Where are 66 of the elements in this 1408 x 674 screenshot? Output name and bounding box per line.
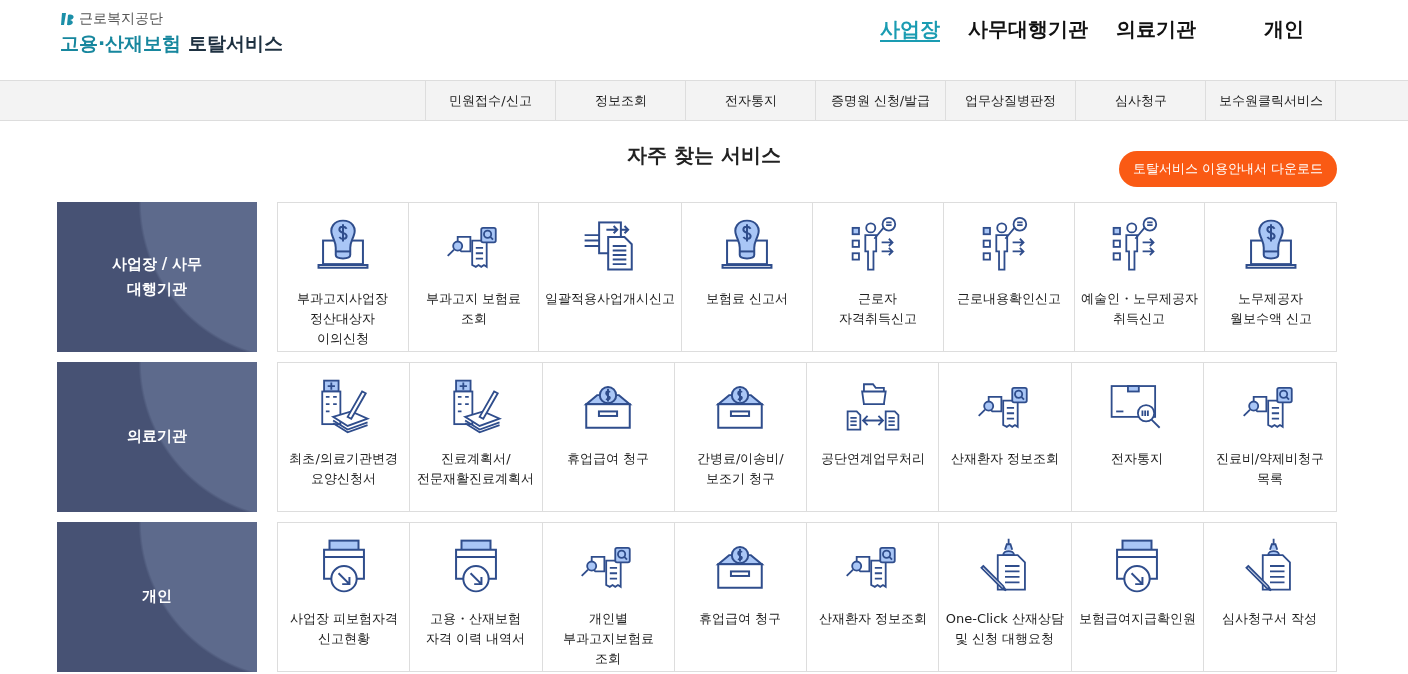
service-tile[interactable]: 근로내용확인신고 — [943, 203, 1075, 351]
service-tile[interactable]: 진료계획서/전문재활진료계획서 — [410, 363, 543, 511]
sub-menu-item[interactable]: 보수원클릭서비스 — [1206, 81, 1336, 120]
service-tile[interactable]: 산재환자 정보조회 — [807, 523, 940, 671]
service-label: One-Click 산재상담 및 신청 대행요청 — [945, 610, 1065, 648]
service-label: 공단연계업무처리 — [820, 450, 925, 468]
service-tile[interactable]: 산재환자 정보조회 — [939, 363, 1072, 511]
service-label: 예술인・노무제공자 취득신고 — [1080, 290, 1199, 328]
service-label: 최초/의료기관변경 요양신청서 — [288, 450, 399, 488]
category-panel: 개인 — [57, 522, 257, 672]
service-label: 휴업급여 청구 — [699, 610, 782, 628]
service-label: 일괄적용사업개시신고 — [545, 290, 676, 308]
service-tile[interactable]: 근로자 자격취득신고 — [813, 203, 944, 351]
service-tile[interactable]: 부과고지 보험료 조회 — [408, 203, 540, 351]
service-tile[interactable]: 공단연계업무처리 — [807, 363, 940, 511]
service-tile[interactable]: 고용・산재보험 자격 이력 내역서 — [410, 523, 543, 671]
service-label: 부과고지사업장 정산대상자 이의신청 — [296, 290, 390, 348]
sub-menu-item[interactable]: 전자통지 — [686, 81, 816, 120]
service-label: 개인별 부과고지보험료 조회 — [561, 610, 655, 668]
service-tile[interactable]: 예술인・노무제공자 취득신고 — [1074, 203, 1206, 351]
site-subtitle[interactable]: 토탈서비스 — [188, 31, 284, 57]
service-tile[interactable]: 최초/의료기관변경 요양신청서 — [278, 363, 411, 511]
service-tile[interactable]: 진료비/약제비청구 목록 — [1203, 363, 1336, 511]
site-title[interactable]: 고용·산재보험 — [60, 31, 182, 57]
service-label: 노무제공자 월보수액 신고 — [1228, 290, 1313, 328]
service-label: 산재환자 정보조회 — [818, 610, 927, 628]
service-label: 진료비/약제비청구 목록 — [1214, 450, 1326, 488]
main-nav-tab[interactable]: 사무대행기관 — [954, 16, 1102, 43]
service-label: 사업장 피보험자격 신고현황 — [288, 610, 399, 648]
service-tile[interactable]: 부과고지사업장 정산대상자 이의신청 — [278, 203, 409, 351]
logo-icon — [60, 11, 76, 27]
service-tile[interactable]: 심사청구서 작성 — [1203, 523, 1336, 671]
service-label: 휴업급여 청구 — [567, 450, 650, 468]
service-tile[interactable]: 간병료/이송비/보조기 청구 — [674, 363, 807, 511]
organization-name: 근로복지공단 — [79, 10, 163, 28]
service-tile[interactable]: 개인별 부과고지보험료 조회 — [542, 523, 675, 671]
service-label: 부과고지 보험료 조회 — [425, 290, 523, 328]
service-tile[interactable]: 사업장 피보험자격 신고현황 — [278, 523, 411, 671]
main-nav-tab[interactable]: 의료기관 — [1102, 16, 1210, 43]
service-tile[interactable]: 보험료 신고서 — [682, 203, 814, 351]
service-tile[interactable]: 노무제공자 월보수액 신고 — [1205, 203, 1336, 351]
service-label: 산재환자 정보조회 — [950, 450, 1059, 468]
sub-menu-item[interactable]: 증명원 신청/발급 — [816, 81, 946, 120]
service-label: 보험급여지급확인원 — [1078, 610, 1196, 628]
sub-menu-item[interactable]: 심사청구 — [1076, 81, 1206, 120]
service-label: 전자통지 — [1111, 450, 1164, 468]
section-title: 자주 찾는 서비스 — [627, 142, 781, 169]
service-tile[interactable]: 보험급여지급확인원 — [1071, 523, 1204, 671]
service-label: 진료계획서/전문재활진료계획서 — [416, 450, 536, 488]
category-panel: 의료기관 — [57, 362, 257, 512]
sub-menu-item[interactable]: 업무상질병판정 — [946, 81, 1076, 120]
category-panel: 사업장 / 사무대행기관 — [57, 202, 257, 352]
service-label: 근로자 자격취득신고 — [838, 290, 918, 328]
sub-menu-item[interactable]: 정보조회 — [556, 81, 686, 120]
service-tile[interactable]: 휴업급여 청구 — [674, 523, 807, 671]
service-tile[interactable]: 전자통지 — [1071, 363, 1204, 511]
service-label: 보험료 신고서 — [706, 290, 789, 308]
service-label: 심사청구서 작성 — [1222, 610, 1318, 628]
main-nav-tab[interactable]: 개인 — [1250, 16, 1318, 43]
service-label: 근로내용확인신고 — [956, 290, 1061, 308]
service-label: 고용・산재보험 자격 이력 내역서 — [425, 610, 527, 648]
sub-menu-item[interactable]: 민원접수/신고 — [426, 81, 556, 120]
service-tile[interactable]: 휴업급여 청구 — [542, 363, 675, 511]
service-label: 간병료/이송비/보조기 청구 — [696, 450, 785, 488]
service-tile[interactable]: One-Click 산재상담 및 신청 대행요청 — [939, 523, 1072, 671]
service-tile[interactable]: 일괄적용사업개시신고 — [539, 203, 683, 351]
